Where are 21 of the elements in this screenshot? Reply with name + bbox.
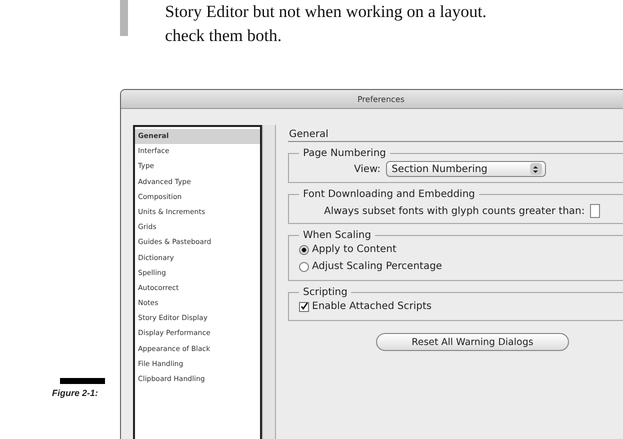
group-title: Font Downloading and Embedding (302, 189, 476, 200)
group-title: Scripting (302, 287, 348, 298)
field-label: Always subset fonts with glyph counts greater than: (324, 206, 585, 216)
input-field[interactable] (590, 204, 600, 218)
section-heading: General (288, 129, 623, 142)
field-label: View: (354, 164, 381, 174)
radio-button[interactable] (299, 262, 309, 272)
view-dropdown[interactable]: Section Numbering (386, 161, 546, 177)
window-title: Preferences (357, 94, 405, 104)
group-title: When Scaling (302, 230, 372, 241)
body-text: Story Editor but not when working on a layout. check them both. (165, 1, 487, 47)
figure-caption: Figure 2-1: (52, 388, 100, 398)
margin-bar (120, 0, 128, 36)
option-label: Enable Attached Scripts (312, 301, 432, 312)
reset-button[interactable]: Reset All Warning Dialogs (376, 333, 569, 351)
option-label: Adjust Scaling Percentage (312, 261, 442, 272)
checkbox[interactable] (299, 302, 309, 312)
option-label: Apply to Content (312, 244, 396, 255)
radio-button[interactable] (299, 244, 309, 254)
group-title: Page Numbering (302, 148, 388, 159)
stepper-arrows-icon (530, 163, 542, 175)
